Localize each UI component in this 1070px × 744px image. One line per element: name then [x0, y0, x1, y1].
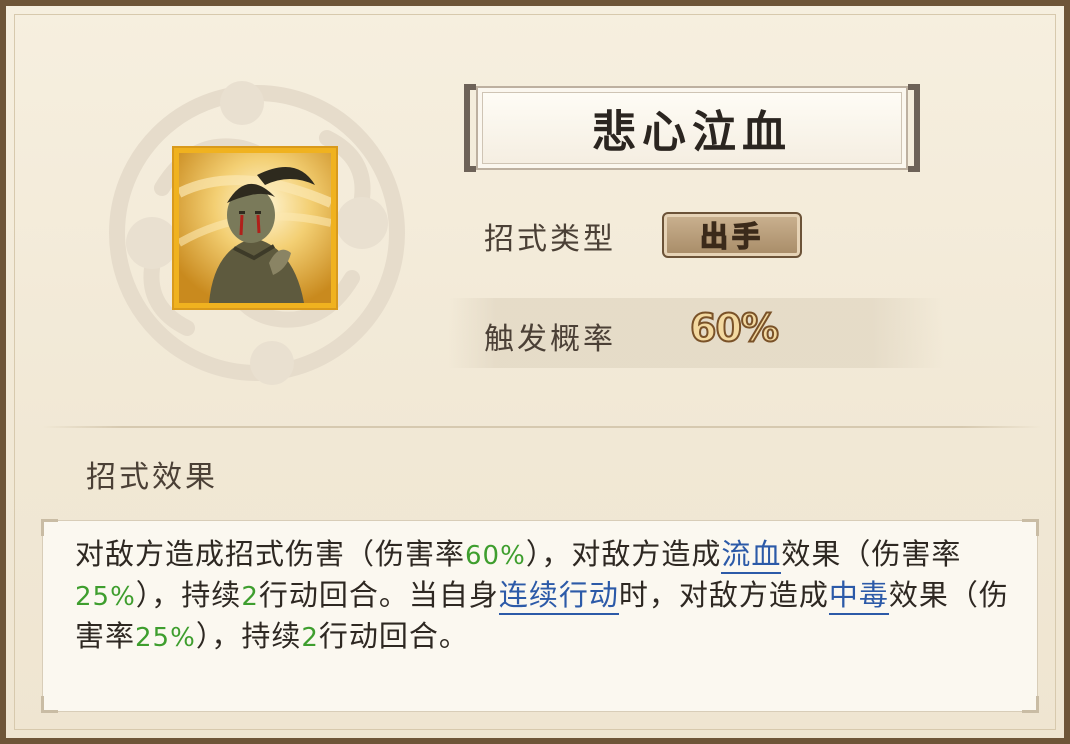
- effect-text: ），持续: [195, 619, 302, 653]
- effect-text: 对敌方造成招式伤害（伤害率: [75, 537, 466, 571]
- effect-heading: 招式效果: [86, 460, 218, 495]
- skill-type-badge: 出手: [662, 212, 802, 258]
- effect-text: 行动回合。: [318, 619, 469, 653]
- effect-value: 2: [241, 582, 259, 612]
- skill-name: 悲心泣血: [592, 107, 792, 158]
- effect-value: 2: [301, 623, 319, 653]
- status-keyword-link[interactable]: 流血: [721, 537, 782, 574]
- effect-description-box: 对敌方造成招式伤害（伤害率60%），对敌方造成流血效果（伤害率25%），持续2行…: [41, 519, 1039, 713]
- effect-text: 效果（伤害率: [781, 537, 962, 571]
- effect-value: 60%: [465, 541, 526, 571]
- skill-icon-frame[interactable]: [174, 148, 336, 308]
- status-keyword-link[interactable]: 连续行动: [498, 578, 619, 615]
- plaque-right-bracket: [908, 84, 920, 172]
- effect-value: 25%: [75, 582, 136, 612]
- skill-title-plaque: 悲心泣血: [464, 84, 920, 172]
- effect-text: 时，对敌方造成: [618, 578, 829, 612]
- effect-value: 25%: [135, 623, 196, 653]
- trigger-rate-value: 60%: [689, 305, 780, 351]
- skill-detail-panel: 悲心泣血 招式类型 出手 触发概率 60% 招式效果 对敌方造成招式伤害（伤害率…: [0, 0, 1070, 744]
- weeping-swordsman-portrait-icon: [179, 153, 331, 303]
- box-corner-ornament: [41, 696, 58, 713]
- trigger-rate-label: 触发概率: [484, 322, 616, 357]
- effect-text: ），持续: [135, 578, 242, 612]
- box-corner-ornament: [1022, 696, 1039, 713]
- box-corner-ornament: [41, 519, 58, 536]
- skill-type-label: 招式类型: [484, 222, 616, 257]
- status-keyword-link[interactable]: 中毒: [828, 578, 889, 615]
- effect-description: 对敌方造成招式伤害（伤害率60%），对敌方造成流血效果（伤害率25%），持续2行…: [75, 535, 1021, 658]
- plaque-left-bracket: [464, 84, 476, 172]
- effect-text: ），对敌方造成: [525, 537, 722, 571]
- box-corner-ornament: [1022, 519, 1039, 536]
- effect-text: 行动回合。当自身: [258, 578, 499, 612]
- skill-type-value: 出手: [699, 219, 764, 254]
- section-divider: [42, 426, 1042, 428]
